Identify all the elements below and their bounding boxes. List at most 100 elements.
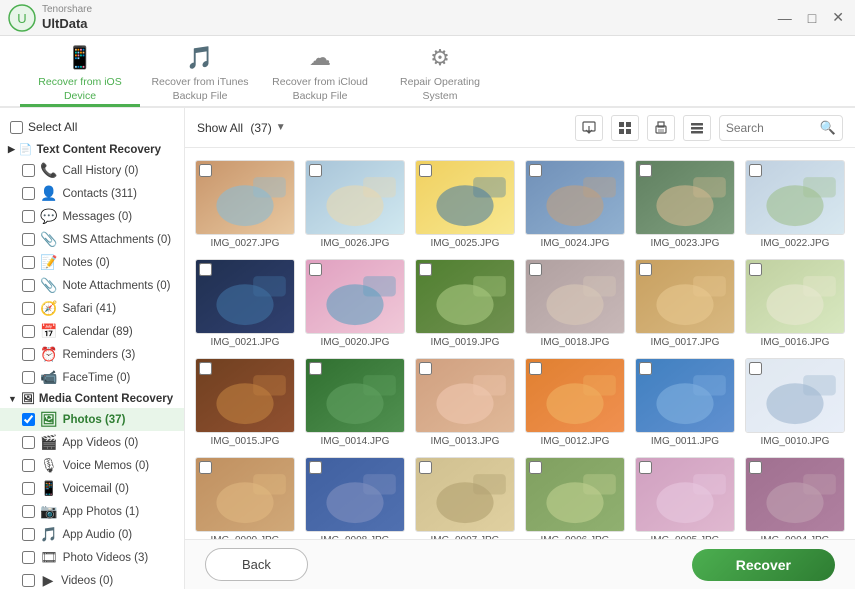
photo-item[interactable]: IMG_0023.JPG	[635, 160, 735, 249]
photo-item[interactable]: IMG_0018.JPG	[525, 259, 625, 348]
photo-checkbox[interactable]	[199, 362, 212, 375]
sidebar-item-app-videos[interactable]: 🎬 App Videos (0)	[0, 431, 184, 454]
sidebar-item-call-history[interactable]: 📞 Call History (0)	[0, 159, 184, 182]
sidebar-item-reminders[interactable]: ⏰ Reminders (3)	[0, 343, 184, 366]
nav-itunes[interactable]: 🎵 Recover from iTunesBackup File	[140, 35, 260, 107]
facetime-checkbox[interactable]	[22, 371, 35, 384]
photo-item[interactable]: IMG_0011.JPG	[635, 358, 735, 447]
photo-checkbox[interactable]	[309, 263, 322, 276]
photo-checkbox[interactable]	[419, 263, 432, 276]
sidebar-item-notes[interactable]: 📝 Notes (0)	[0, 251, 184, 274]
photo-item[interactable]: IMG_0006.JPG	[525, 457, 625, 539]
photo-item[interactable]: IMG_0014.JPG	[305, 358, 405, 447]
sidebar-item-note-attach[interactable]: 📎 Note Attachments (0)	[0, 274, 184, 297]
sidebar-item-messages[interactable]: 💬 Messages (0)	[0, 205, 184, 228]
sidebar-item-safari[interactable]: 🧭 Safari (41)	[0, 297, 184, 320]
other-view-button[interactable]	[683, 115, 711, 141]
note-attach-checkbox[interactable]	[22, 279, 35, 292]
photo-checkbox[interactable]	[419, 362, 432, 375]
photo-checkbox[interactable]	[199, 263, 212, 276]
photo-checkbox[interactable]	[309, 164, 322, 177]
sidebar-item-app-audio[interactable]: 🎵 App Audio (0)	[0, 523, 184, 546]
photo-item[interactable]: IMG_0017.JPG	[635, 259, 735, 348]
select-all-row[interactable]: Select All	[0, 116, 184, 140]
nav-repair[interactable]: ⚙ Repair OperatingSystem	[380, 35, 500, 107]
voice-memos-checkbox[interactable]	[22, 459, 35, 472]
photo-item[interactable]: IMG_0022.JPG	[745, 160, 845, 249]
sidebar-item-photos[interactable]: 🖼 Photos (37)	[0, 408, 184, 431]
calendar-checkbox[interactable]	[22, 325, 35, 338]
photo-checkbox[interactable]	[749, 164, 762, 177]
grid-view-button[interactable]	[611, 115, 639, 141]
safari-checkbox[interactable]	[22, 302, 35, 315]
sidebar-item-contacts[interactable]: 👤 Contacts (311)	[0, 182, 184, 205]
photo-item[interactable]: IMG_0008.JPG	[305, 457, 405, 539]
photo-item[interactable]: IMG_0026.JPG	[305, 160, 405, 249]
app-videos-checkbox[interactable]	[22, 436, 35, 449]
app-photos-checkbox[interactable]	[22, 505, 35, 518]
sidebar-item-sms-attach[interactable]: 📎 SMS Attachments (0)	[0, 228, 184, 251]
photo-checkbox[interactable]	[639, 362, 652, 375]
photo-checkbox[interactable]	[309, 461, 322, 474]
contacts-checkbox[interactable]	[22, 187, 35, 200]
photo-checkbox[interactable]	[639, 164, 652, 177]
section-media-header[interactable]: ▼ 🖼 Media Content Recovery	[0, 389, 184, 408]
search-input[interactable]	[726, 121, 816, 135]
photo-checkbox[interactable]	[529, 362, 542, 375]
photo-checkbox[interactable]	[419, 461, 432, 474]
search-box[interactable]: 🔍	[719, 115, 843, 141]
photo-item[interactable]: IMG_0010.JPG	[745, 358, 845, 447]
minimize-button[interactable]: —	[775, 9, 795, 26]
photo-item[interactable]: IMG_0020.JPG	[305, 259, 405, 348]
photo-checkbox[interactable]	[309, 362, 322, 375]
sidebar-item-calendar[interactable]: 📅 Calendar (89)	[0, 320, 184, 343]
photo-item[interactable]: IMG_0009.JPG	[195, 457, 295, 539]
search-icon[interactable]: 🔍	[820, 120, 836, 136]
reminders-checkbox[interactable]	[22, 348, 35, 361]
photo-item[interactable]: IMG_0007.JPG	[415, 457, 515, 539]
photo-item[interactable]: IMG_0025.JPG	[415, 160, 515, 249]
notes-checkbox[interactable]	[22, 256, 35, 269]
photo-item[interactable]: IMG_0004.JPG	[745, 457, 845, 539]
nav-icloud[interactable]: ☁ Recover from iCloudBackup File	[260, 35, 380, 107]
export-view-button[interactable]	[575, 115, 603, 141]
voicemail-checkbox[interactable]	[22, 482, 35, 495]
photo-item[interactable]: IMG_0021.JPG	[195, 259, 295, 348]
photos-checkbox[interactable]	[22, 413, 35, 426]
nav-ios[interactable]: 📱 Recover from iOSDevice	[20, 35, 140, 107]
photo-checkbox[interactable]	[529, 164, 542, 177]
photo-item[interactable]: IMG_0012.JPG	[525, 358, 625, 447]
section-text-header[interactable]: ▶ 📄 Text Content Recovery	[0, 140, 184, 159]
photo-videos-checkbox[interactable]	[22, 551, 35, 564]
sidebar-item-photo-videos[interactable]: 🎞 Photo Videos (3)	[0, 546, 184, 569]
photo-item[interactable]: IMG_0027.JPG	[195, 160, 295, 249]
sms-attach-checkbox[interactable]	[22, 233, 35, 246]
call-history-checkbox[interactable]	[22, 164, 35, 177]
sidebar-item-voicemail[interactable]: 📱 Voicemail (0)	[0, 477, 184, 500]
photo-checkbox[interactable]	[639, 263, 652, 276]
photo-checkbox[interactable]	[529, 263, 542, 276]
back-button[interactable]: Back	[205, 548, 308, 581]
maximize-button[interactable]: □	[805, 9, 819, 26]
sidebar-item-facetime[interactable]: 📹 FaceTime (0)	[0, 366, 184, 389]
videos-checkbox[interactable]	[22, 574, 35, 587]
select-all-checkbox[interactable]	[10, 121, 23, 134]
photo-checkbox[interactable]	[749, 263, 762, 276]
sidebar-item-app-photos[interactable]: 📷 App Photos (1)	[0, 500, 184, 523]
photo-checkbox[interactable]	[199, 461, 212, 474]
photo-checkbox[interactable]	[749, 362, 762, 375]
sidebar-item-videos[interactable]: ▶ Videos (0)	[0, 569, 184, 589]
messages-checkbox[interactable]	[22, 210, 35, 223]
photo-checkbox[interactable]	[419, 164, 432, 177]
window-controls[interactable]: — □ ✕	[775, 9, 847, 26]
show-all-button[interactable]: Show All (37) ▼	[197, 121, 286, 135]
photo-item[interactable]: IMG_0016.JPG	[745, 259, 845, 348]
photo-item[interactable]: IMG_0005.JPG	[635, 457, 735, 539]
photo-checkbox[interactable]	[529, 461, 542, 474]
app-audio-checkbox[interactable]	[22, 528, 35, 541]
photo-item[interactable]: IMG_0019.JPG	[415, 259, 515, 348]
photo-checkbox[interactable]	[199, 164, 212, 177]
photo-item[interactable]: IMG_0015.JPG	[195, 358, 295, 447]
photo-checkbox[interactable]	[749, 461, 762, 474]
close-button[interactable]: ✕	[829, 9, 847, 26]
